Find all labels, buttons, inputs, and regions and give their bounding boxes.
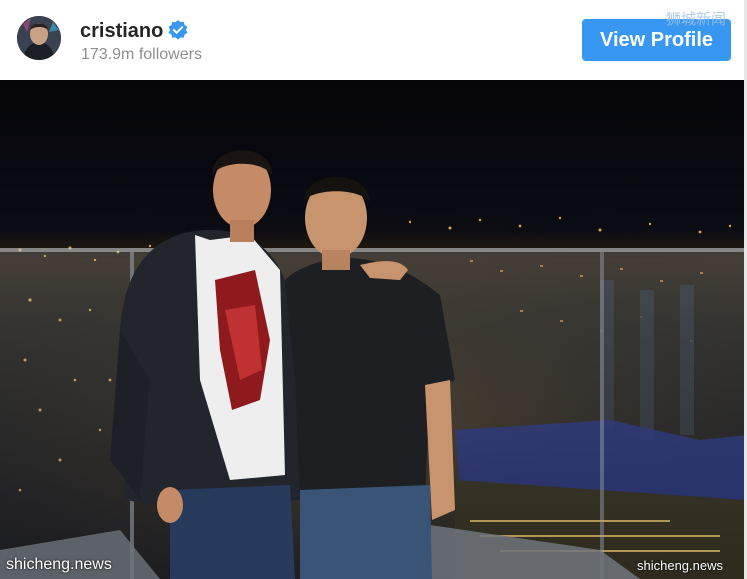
verified-badge-icon [168,20,188,40]
instagram-post-embed: cristiano 173.9m followers View Profile … [0,0,747,579]
watermark-bottom-left: shicheng.news [6,556,112,573]
username[interactable]: cristiano [80,19,163,43]
profile-avatar[interactable] [17,16,61,60]
follower-count: 173.9m followers [81,46,202,63]
post-header: cristiano 173.9m followers View Profile … [0,0,747,80]
watermark-bottom-right: shicheng.news [637,558,723,573]
watermark-top-right: 狮城新闻 [666,11,727,28]
post-photo [0,80,747,579]
